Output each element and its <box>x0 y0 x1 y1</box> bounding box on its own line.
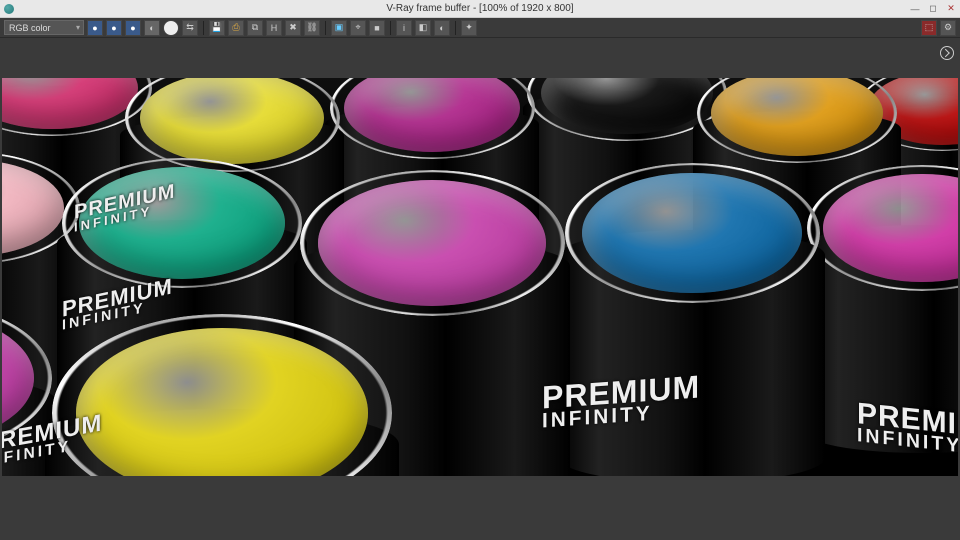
lens-effects-button[interactable]: ✦ <box>461 20 477 36</box>
minimize-button[interactable]: — <box>910 4 920 14</box>
paint-can <box>300 170 565 316</box>
paint-can <box>330 78 535 159</box>
channel-dropdown-label: RGB color <box>9 23 51 33</box>
render-viewport: PREMIUMINFINITYPREMIUMINFINITYPREMIUMINF… <box>0 68 960 540</box>
swap-ab-button[interactable]: ⇆ <box>182 20 198 36</box>
copy-button[interactable]: ⧉ <box>247 20 263 36</box>
save-all-button[interactable]: ⎙ <box>228 20 244 36</box>
channel-blue-button[interactable]: ● <box>125 20 141 36</box>
track-mouse-button[interactable]: ⌖ <box>350 20 366 36</box>
channel-dropdown[interactable]: RGB color <box>4 20 84 35</box>
toolbar-separator <box>455 21 456 35</box>
compare-button[interactable]: ◧ <box>415 20 431 36</box>
history-button[interactable]: H <box>266 20 282 36</box>
toolbar-separator <box>325 21 326 35</box>
main-toolbar: RGB color ● ● ● ◐ ⇆ 💾 ⎙ ⧉ H ✖ ⛓ ▣ ⌖ ■ i … <box>0 18 960 38</box>
toolbar-separator <box>390 21 391 35</box>
channel-alpha-button[interactable] <box>163 20 179 36</box>
refresh-icon[interactable] <box>940 46 954 60</box>
window-titlebar: V-Ray frame buffer - [100% of 1920 x 800… <box>0 0 960 18</box>
window-title: V-Ray frame buffer - [100% of 1920 x 800… <box>386 3 573 14</box>
paint-can <box>125 78 340 172</box>
can-label: PREMIUMINFINITY <box>857 400 958 460</box>
save-button[interactable]: 💾 <box>209 20 225 36</box>
region-render-button[interactable]: ▣ <box>331 20 347 36</box>
color-correct-button[interactable]: ◐ <box>434 20 450 36</box>
maximize-button[interactable]: ◻ <box>928 4 938 14</box>
debug-button[interactable]: ⚙ <box>940 20 956 36</box>
paint-can <box>565 163 820 303</box>
pixel-info-button[interactable]: i <box>396 20 412 36</box>
stop-button[interactable]: ■ <box>369 20 385 36</box>
secondary-bar <box>0 38 960 68</box>
toolbar-separator <box>203 21 204 35</box>
clear-button[interactable]: ✖ <box>285 20 301 36</box>
channel-red-button[interactable]: ● <box>87 20 103 36</box>
render-image[interactable]: PREMIUMINFINITYPREMIUMINFINITYPREMIUMINF… <box>2 78 958 476</box>
close-button[interactable]: ✕ <box>946 4 956 14</box>
vr-button[interactable]: ⬚ <box>921 20 937 36</box>
channel-green-button[interactable]: ● <box>106 20 122 36</box>
app-icon <box>4 4 14 14</box>
link-button[interactable]: ⛓ <box>304 20 320 36</box>
channel-mono-button[interactable]: ◐ <box>144 20 160 36</box>
paint-can <box>697 78 897 163</box>
